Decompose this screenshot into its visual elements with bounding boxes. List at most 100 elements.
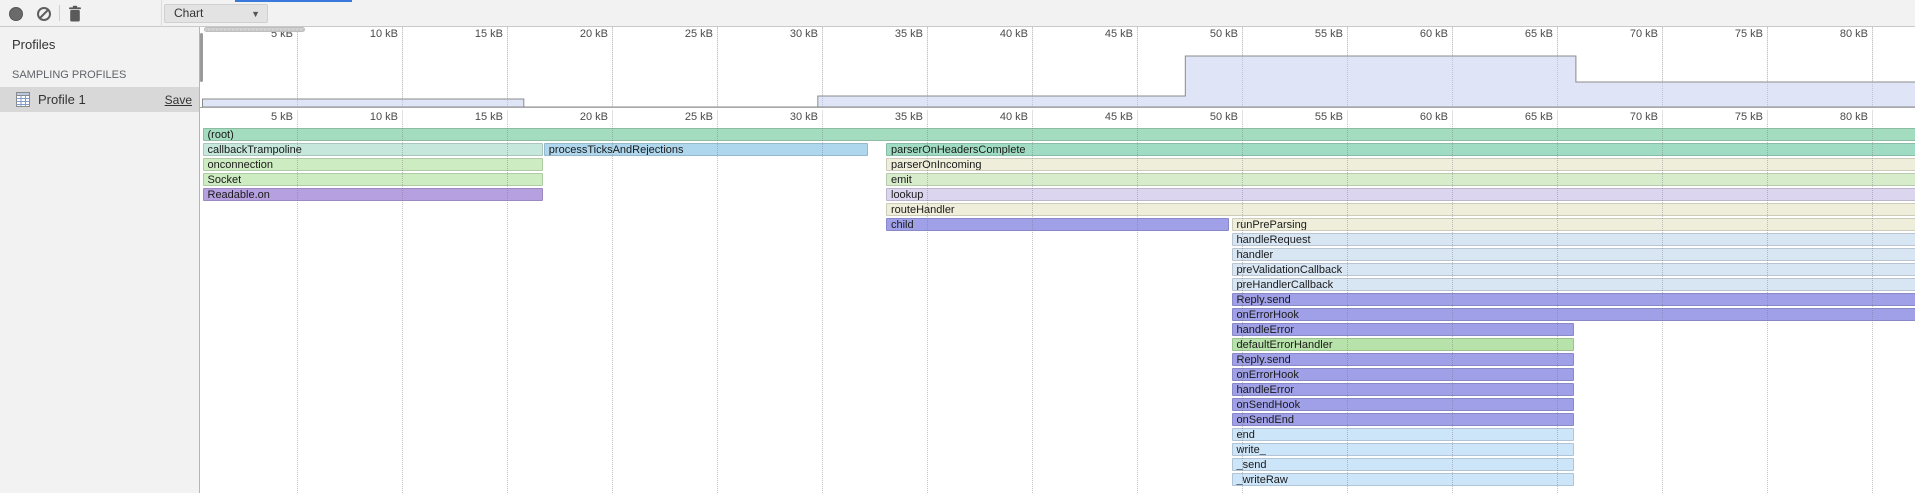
flame-gridline — [1662, 124, 1663, 493]
overview-gridline-dotted — [717, 27, 718, 107]
overview-gridline-dotted — [1662, 27, 1663, 107]
flame-bar-runpreparsing[interactable]: runPreParsing — [1232, 218, 1915, 231]
memory-profiler-panel: Chart ▼ Profiles SAMPLING PROFILES Profi… — [0, 0, 1915, 493]
overview-gridline-dotted — [297, 27, 298, 107]
flame-tick-label: 60 kB — [1420, 111, 1448, 123]
profile-name: Profile 1 — [38, 92, 86, 107]
memory-overview-pane[interactable]: 5 kB10 kB15 kB20 kB25 kB30 kB35 kB40 kB4… — [200, 27, 1915, 110]
toolbar: Chart ▼ — [0, 0, 1915, 27]
flame-bar-onsendhook[interactable]: onSendHook — [1232, 398, 1574, 411]
profile-icon — [15, 91, 32, 111]
flame-bar-writeraw[interactable]: _writeRaw — [1232, 473, 1574, 486]
overview-gridline-dotted — [612, 27, 613, 107]
flame-tick-label: 35 kB — [895, 111, 923, 123]
overview-tick-label: 65 kB — [1525, 28, 1553, 40]
flame-ruler-gridline — [1137, 110, 1138, 124]
flame-ruler-gridline — [1662, 110, 1663, 124]
sidebar-item-profile-1[interactable]: Profile 1 Save — [0, 87, 199, 112]
sidebar: Profiles SAMPLING PROFILES Profile 1 Sav… — [0, 27, 200, 493]
flame-bar-handler[interactable]: handler — [1232, 248, 1915, 261]
flame-ruler-gridline — [927, 110, 928, 124]
save-profile-link[interactable]: Save — [165, 93, 192, 107]
overview-gridline-dotted — [1452, 27, 1453, 107]
overview-gridline-dotted — [1242, 27, 1243, 107]
view-mode-value: Chart — [174, 6, 203, 20]
overview-tick-label: 75 kB — [1735, 28, 1763, 40]
flame-bar-defaulterrorhandler[interactable]: defaultErrorHandler — [1232, 338, 1574, 351]
flame-tick-label: 15 kB — [475, 111, 503, 123]
trash-icon — [67, 5, 83, 23]
flame-bar-emit[interactable]: emit — [886, 173, 1915, 186]
sidebar-title: Profiles — [12, 37, 55, 52]
flame-bar-socket[interactable]: Socket — [203, 173, 543, 186]
flame-ruler-gridline — [402, 110, 403, 124]
overview-tick-label: 40 kB — [1000, 28, 1028, 40]
flame-bar-readable-on[interactable]: Readable.on — [203, 188, 543, 201]
flame-ruler-gridline — [612, 110, 613, 124]
overview-gridline-dotted — [1872, 27, 1873, 107]
overview-tick-label: 15 kB — [475, 28, 503, 40]
flame-gridline — [1242, 124, 1243, 493]
overview-horizontal-scrollbar[interactable] — [204, 27, 305, 32]
flame-bar-onsendend[interactable]: onSendEnd — [1232, 413, 1574, 426]
flame-bar-parseronincoming[interactable]: parserOnIncoming — [886, 158, 1915, 171]
sampling-profiles-section-label: SAMPLING PROFILES — [12, 69, 126, 81]
flame-bar-prehandlercallback[interactable]: preHandlerCallback — [1232, 278, 1915, 291]
flame-gridline — [1557, 124, 1558, 493]
overview-tick-label: 10 kB — [370, 28, 398, 40]
flame-ruler-gridline — [297, 110, 298, 124]
overview-gridline-dotted — [927, 27, 928, 107]
overview-tick-label: 55 kB — [1315, 28, 1343, 40]
overview-tick-label: 30 kB — [790, 28, 818, 40]
flame-bar-send[interactable]: _send — [1232, 458, 1574, 471]
flame-ruler-gridline — [1452, 110, 1453, 124]
toolbar-separator — [59, 5, 60, 21]
flame-bar-handleerror[interactable]: handleError — [1232, 323, 1574, 336]
chevron-down-icon: ▼ — [251, 6, 260, 23]
flame-gridline — [927, 124, 928, 493]
flame-bar-reply-send[interactable]: Reply.send — [1232, 353, 1574, 366]
overview-gridline-dotted — [1032, 27, 1033, 107]
flame-bar-processticksandrejections[interactable]: processTicksAndRejections — [544, 143, 869, 156]
flame-gridline — [1452, 124, 1453, 493]
view-mode-select[interactable]: Chart ▼ — [164, 4, 268, 23]
flame-bar-reply-send[interactable]: Reply.send — [1232, 293, 1915, 306]
flame-tick-label: 20 kB — [580, 111, 608, 123]
flame-ruler-gridline — [1242, 110, 1243, 124]
flame-bar-onerrorhook[interactable]: onErrorHook — [1232, 308, 1915, 321]
overview-tick-label: 60 kB — [1420, 28, 1448, 40]
flame-chart[interactable]: (root) callbackTrampolineprocessTicksAndR… — [200, 124, 1915, 493]
flame-bar-end[interactable]: end — [1232, 428, 1574, 441]
overview-gridline-dotted — [507, 27, 508, 107]
flame-bar-lookup[interactable]: lookup — [886, 188, 1915, 201]
flame-chart-ruler: 5 kB10 kB15 kB20 kB25 kB30 kB35 kB40 kB4… — [200, 110, 1915, 124]
clear-icon[interactable] — [37, 7, 51, 21]
flame-bar-parseronheaderscomplete[interactable]: parserOnHeadersComplete — [886, 143, 1915, 156]
overview-vertical-scrollbar[interactable] — [200, 33, 203, 82]
delete-profile-button[interactable] — [67, 5, 83, 23]
flame-ruler-gridline — [507, 110, 508, 124]
flame-bar-onconnection[interactable]: onconnection — [203, 158, 543, 171]
record-button[interactable] — [9, 7, 23, 21]
flame-bar-prevalidationcallback[interactable]: preValidationCallback — [1232, 263, 1915, 276]
flame-bar-handleerror[interactable]: handleError — [1232, 383, 1574, 396]
flame-bar-routehandler[interactable]: routeHandler — [886, 203, 1915, 216]
flame-bar-onerrorhook[interactable]: onErrorHook — [1232, 368, 1574, 381]
flame-gridline — [507, 124, 508, 493]
flame-bar-child[interactable]: child — [886, 218, 1229, 231]
overview-tick-label: 70 kB — [1630, 28, 1658, 40]
flame-gridline — [612, 124, 613, 493]
toolbar-divider — [161, 0, 162, 27]
flame-bar-write[interactable]: write_ — [1232, 443, 1574, 456]
flame-ruler-gridline — [1347, 110, 1348, 124]
overview-tick-label: 50 kB — [1210, 28, 1238, 40]
flame-tick-label: 75 kB — [1735, 111, 1763, 123]
flame-tick-label: 80 kB — [1840, 111, 1868, 123]
flame-ruler-gridline — [1032, 110, 1033, 124]
flame-bar-root[interactable]: (root) — [203, 128, 1915, 141]
overview-gridline-dotted — [1347, 27, 1348, 107]
flame-gridline — [1137, 124, 1138, 493]
flame-gridline — [1032, 124, 1033, 493]
flame-bar-handlerequest[interactable]: handleRequest — [1232, 233, 1915, 246]
flame-bar-callbacktrampoline[interactable]: callbackTrampoline — [203, 143, 543, 156]
